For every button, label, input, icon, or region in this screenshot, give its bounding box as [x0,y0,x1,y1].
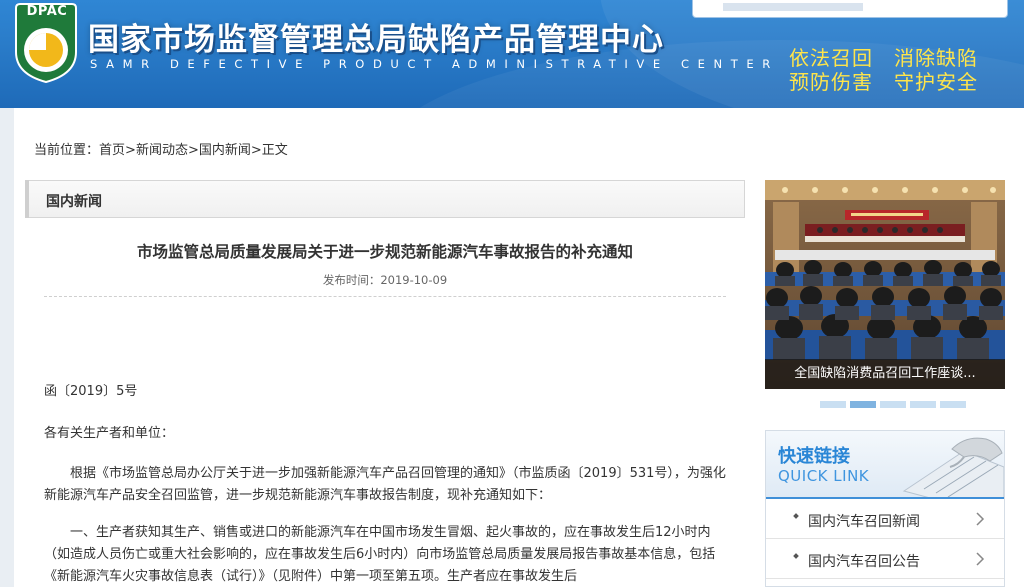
breadcrumb-news[interactable]: 新闻动态 [136,143,188,158]
quick-link-domestic-recall-news[interactable]: 国内汽车召回新闻 [766,501,1004,539]
logo-text: DPAC [26,4,68,19]
breadcrumb-home[interactable]: 首页 [99,143,125,158]
bullet-icon [793,553,799,559]
bullet-icon [793,513,799,519]
site-title[interactable]: 国家市场监督管理总局缺陷产品管理中心 [88,14,664,59]
slide-dot[interactable] [820,401,846,408]
breadcrumb-prefix: 当前位置： [34,143,100,158]
article-paragraph-2: 一、生产者获知其生产、销售或进口的新能源汽车在中国市场发生冒烟、起火事故的，应在… [44,525,716,584]
section-marker [25,180,29,218]
keyboard-hand-icon [902,437,1004,497]
site-subtitle: SAMR DEFECTIVE PRODUCT ADMINISTRATIVE CE… [90,57,779,71]
quick-link-label[interactable]: 国内汽车召回新闻 [808,511,920,531]
chevron-right-icon[interactable] [972,509,988,529]
breadcrumb-domestic-news[interactable]: 国内新闻 [199,143,251,158]
slide-dot[interactable] [910,401,936,408]
publish-time: 发布时间：2019-10-09 [322,273,448,287]
quick-links-title: 快速链接 [778,446,850,467]
slide-dot-active[interactable] [850,401,876,408]
conference-photo[interactable] [765,180,1005,389]
quick-link-domestic-recall-notice[interactable]: 国内汽车召回公告 [766,541,1004,579]
breadcrumb-separator: > [125,143,136,158]
search-input[interactable] [723,3,863,11]
breadcrumb-separator: > [187,143,199,158]
article-title: 市场监管总局质量发展局关于进一步规范新能源汽车事故报告的补充通知 [136,243,633,261]
section-title: 国内新闻 [46,194,102,210]
breadcrumb-current: 正文 [261,143,288,158]
quick-links-subtitle: QUICK LINK [778,467,870,485]
title-divider [44,296,726,297]
slideshow-pager [820,401,970,409]
news-slideshow[interactable]: 全国缺陷消费品召回工作座谈... [765,180,1005,389]
section-header: 国内新闻 [25,180,745,218]
slide-dot[interactable] [880,401,906,408]
quick-links-header: 快速链接 QUICK LINK [766,431,1004,499]
slideshow-caption[interactable]: 全国缺陷消费品召回工作座谈... [765,359,1005,389]
article-paragraph-1: 根据《市场监管总局办公厅关于进一步加强新能源汽车产品召回管理的通知》（市监质函〔… [44,466,726,503]
quick-links-panel: 快速链接 QUICK LINK 国内汽车召回新闻 国内汽车召回公告 [765,430,1005,587]
breadcrumb: 当前位置：首页>新闻动态>国内新闻>正文 [34,139,288,158]
search-box[interactable] [692,0,1008,18]
site-header: DPAC 国家市场监督管理总局缺陷产品管理中心 SAMR DEFECTIVE P… [0,0,1024,108]
breadcrumb-separator: > [250,143,262,158]
slide-dot[interactable] [940,401,966,408]
addressee: 各有关生产者和单位： [44,426,175,441]
slogan-line-2: 预防伤害 守护安全 [789,70,978,94]
chevron-right-icon[interactable] [972,549,988,569]
document-number: 函〔2019〕5号 [44,384,138,399]
quick-link-label[interactable]: 国内汽车召回公告 [808,551,920,571]
